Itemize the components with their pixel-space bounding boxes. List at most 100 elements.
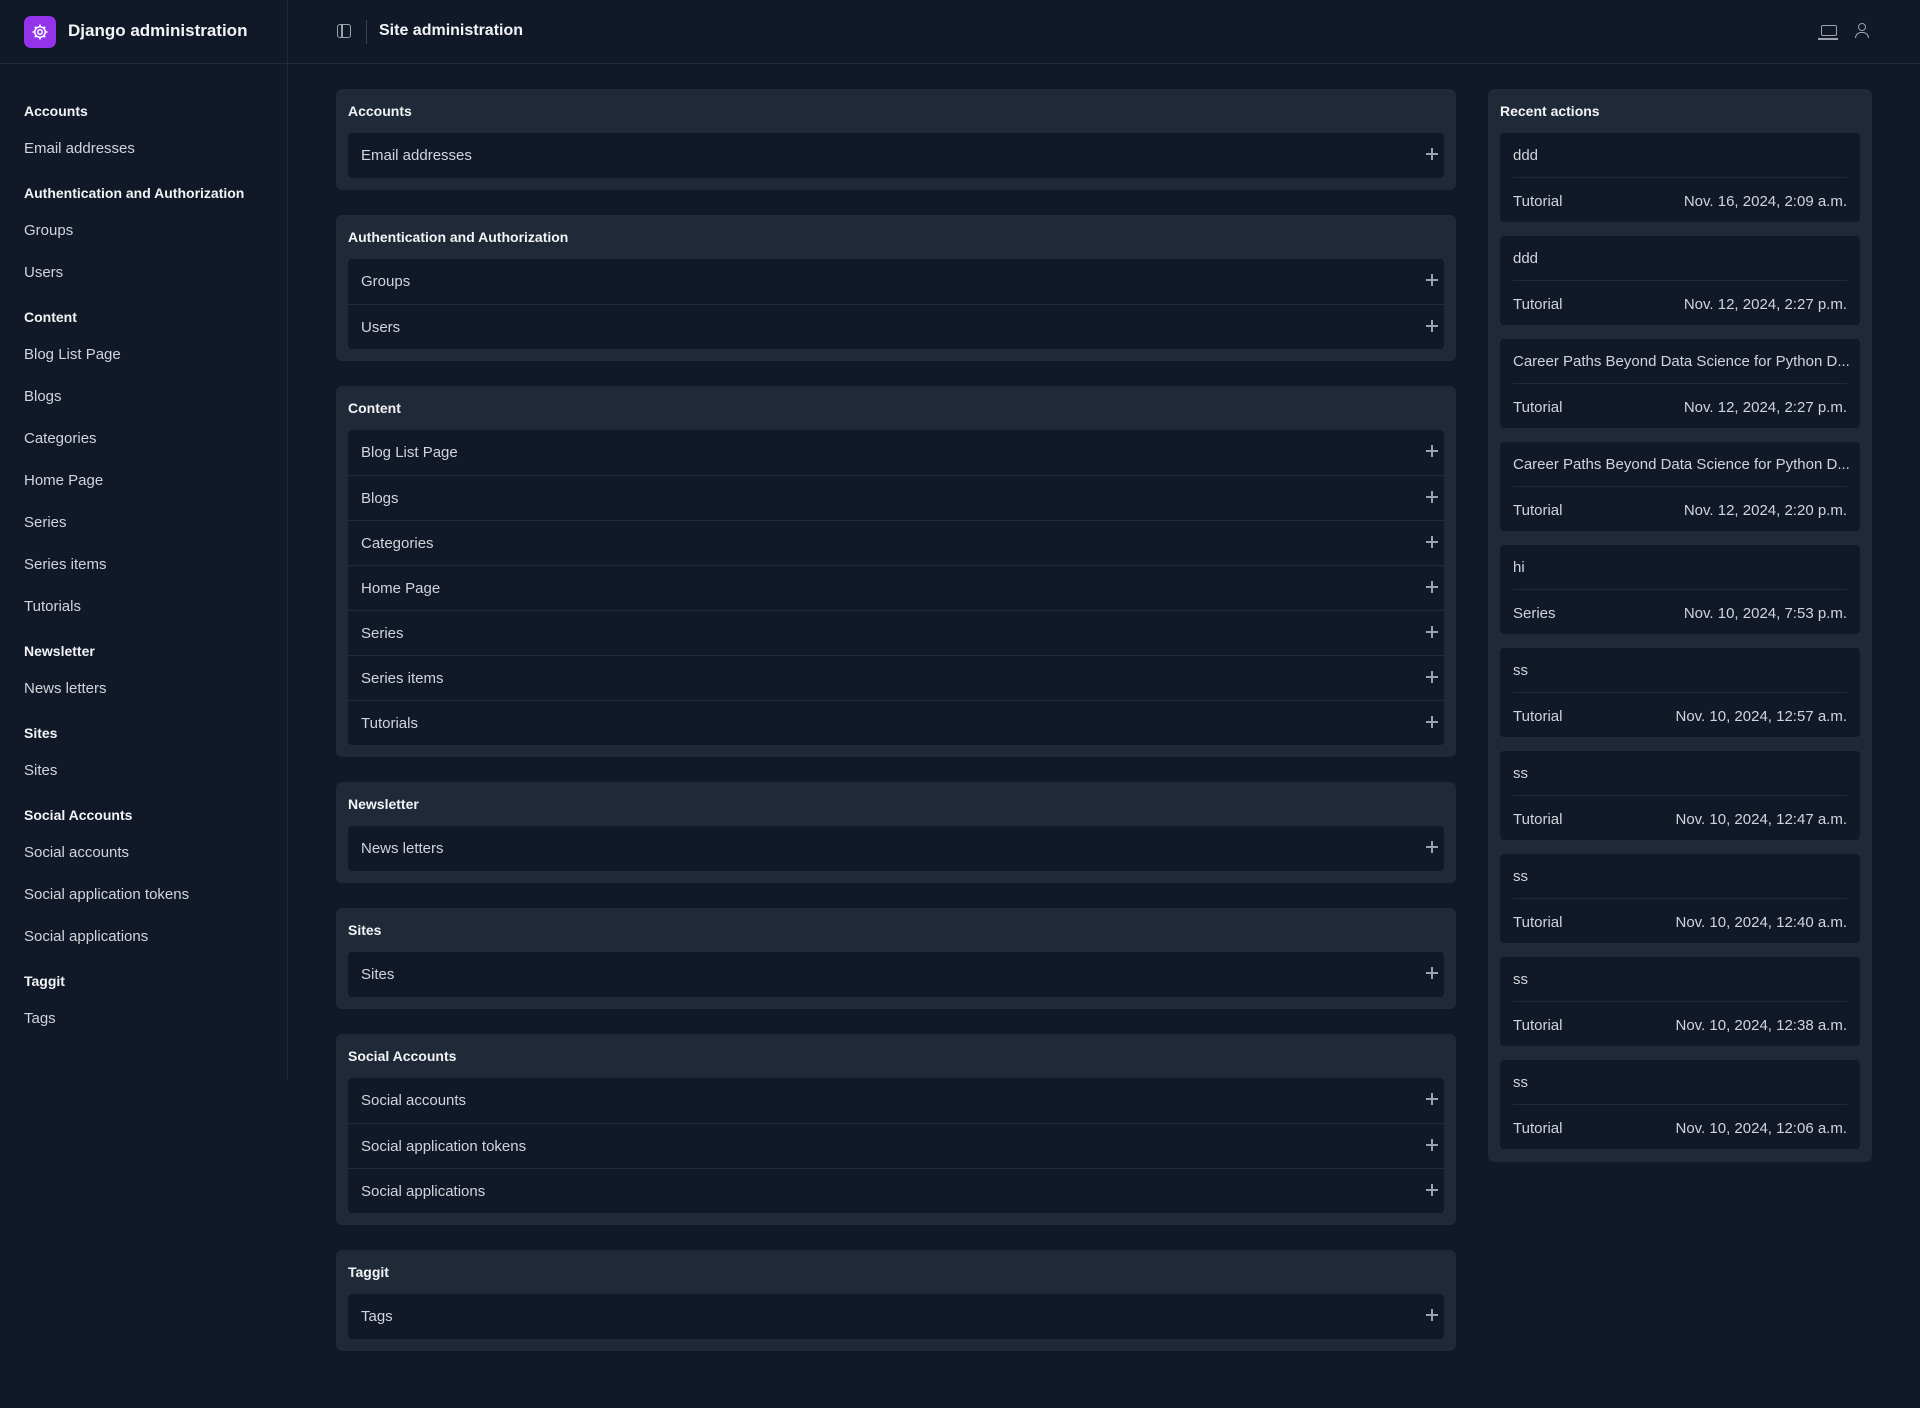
add-icon[interactable]: [1426, 1139, 1438, 1151]
monitor-icon[interactable]: [1818, 25, 1838, 40]
sidebar-toggle-icon[interactable]: [337, 24, 351, 38]
recent-action-name[interactable]: ss: [1513, 662, 1853, 679]
sidebar-item-series-items[interactable]: Series items: [24, 556, 107, 573]
model-link[interactable]: Series items: [361, 670, 444, 687]
model-row-home-page[interactable]: Home Page: [348, 565, 1444, 610]
sidebar-item-users[interactable]: Users: [24, 264, 63, 281]
add-icon[interactable]: [1426, 581, 1438, 593]
divider: [1513, 486, 1847, 487]
brand-title[interactable]: Django administration: [68, 21, 247, 41]
model-row-users[interactable]: Users: [348, 304, 1444, 349]
module-title: Accounts: [348, 103, 412, 119]
recent-action-name[interactable]: Career Paths Beyond Data Science for Pyt…: [1513, 456, 1853, 473]
model-link[interactable]: Social accounts: [361, 1092, 466, 1109]
sidebar-item-blog-list-page[interactable]: Blog List Page: [24, 346, 121, 363]
gear-icon[interactable]: [24, 16, 56, 48]
add-icon[interactable]: [1426, 491, 1438, 503]
recent-action-name[interactable]: ss: [1513, 1074, 1853, 1091]
model-row-social-accounts[interactable]: Social accounts: [348, 1078, 1444, 1123]
model-row-blog-list-page[interactable]: Blog List Page: [348, 430, 1444, 475]
recent-action-item[interactable]: Career Paths Beyond Data Science for Pyt…: [1500, 339, 1860, 428]
model-link[interactable]: Blog List Page: [361, 444, 458, 461]
recent-action-item[interactable]: ss Tutorial Nov. 10, 2024, 12:47 a.m.: [1500, 751, 1860, 840]
model-link[interactable]: Categories: [361, 535, 434, 552]
recent-action-item[interactable]: ss Tutorial Nov. 10, 2024, 12:06 a.m.: [1500, 1060, 1860, 1149]
module-title: Authentication and Authorization: [348, 229, 569, 245]
add-icon[interactable]: [1426, 626, 1438, 638]
sidebar-item-social-applications[interactable]: Social applications: [24, 928, 148, 945]
sidebar-item-blogs[interactable]: Blogs: [24, 388, 62, 405]
add-icon[interactable]: [1426, 536, 1438, 548]
recent-action-type: Tutorial: [1513, 502, 1563, 519]
model-link[interactable]: Social application tokens: [361, 1138, 526, 1155]
add-icon[interactable]: [1426, 274, 1438, 286]
sidebar-item-home-page[interactable]: Home Page: [24, 472, 103, 489]
model-row-tutorials[interactable]: Tutorials: [348, 700, 1444, 745]
model-link[interactable]: Tags: [361, 1308, 393, 1325]
sidebar-item-email-addresses[interactable]: Email addresses: [24, 140, 135, 157]
model-link[interactable]: Users: [361, 319, 400, 336]
recent-action-name[interactable]: ddd: [1513, 147, 1853, 164]
add-icon[interactable]: [1426, 967, 1438, 979]
model-link[interactable]: Groups: [361, 273, 410, 290]
recent-action-item[interactable]: ddd Tutorial Nov. 12, 2024, 2:27 p.m.: [1500, 236, 1860, 325]
model-row-email-addresses[interactable]: Email addresses: [348, 133, 1444, 178]
add-icon[interactable]: [1426, 671, 1438, 683]
recent-action-item[interactable]: ss Tutorial Nov. 10, 2024, 12:57 a.m.: [1500, 648, 1860, 737]
add-icon[interactable]: [1426, 1093, 1438, 1105]
module-newsletter: Newsletter News letters: [336, 782, 1456, 883]
recent-action-type: Tutorial: [1513, 811, 1563, 828]
sidebar-item-news-letters[interactable]: News letters: [24, 680, 107, 697]
add-icon[interactable]: [1426, 716, 1438, 728]
model-row-social-application-tokens[interactable]: Social application tokens: [348, 1123, 1444, 1168]
model-link[interactable]: Tutorials: [361, 715, 418, 732]
sidebar-item-series[interactable]: Series: [24, 514, 67, 531]
model-row-series-items[interactable]: Series items: [348, 655, 1444, 700]
model-row-social-applications[interactable]: Social applications: [348, 1168, 1444, 1213]
recent-action-item[interactable]: hi Series Nov. 10, 2024, 7:53 p.m.: [1500, 545, 1860, 634]
model-row-news-letters[interactable]: News letters: [348, 826, 1444, 871]
add-icon[interactable]: [1426, 320, 1438, 332]
model-link[interactable]: Blogs: [361, 490, 399, 507]
divider: [1513, 795, 1847, 796]
model-row-blogs[interactable]: Blogs: [348, 475, 1444, 520]
add-icon[interactable]: [1426, 445, 1438, 457]
add-icon[interactable]: [1426, 841, 1438, 853]
model-link[interactable]: Social applications: [361, 1183, 485, 1200]
sidebar-item-groups[interactable]: Groups: [24, 222, 73, 239]
model-link[interactable]: Series: [361, 625, 404, 642]
sidebar-item-categories[interactable]: Categories: [24, 430, 97, 447]
recent-action-item[interactable]: Career Paths Beyond Data Science for Pyt…: [1500, 442, 1860, 531]
recent-action-date: Nov. 10, 2024, 7:53 p.m.: [1683, 605, 1847, 622]
model-link[interactable]: Email addresses: [361, 147, 472, 164]
recent-action-name[interactable]: hi: [1513, 559, 1853, 576]
recent-action-date: Nov. 10, 2024, 12:38 a.m.: [1675, 1017, 1848, 1034]
recent-action-name[interactable]: ddd: [1513, 250, 1853, 267]
model-row-tags[interactable]: Tags: [348, 1294, 1444, 1339]
add-icon[interactable]: [1426, 1184, 1438, 1196]
recent-action-name[interactable]: ss: [1513, 765, 1853, 782]
recent-action-name[interactable]: ss: [1513, 971, 1853, 988]
recent-action-name[interactable]: ss: [1513, 868, 1853, 885]
model-link[interactable]: Sites: [361, 966, 394, 983]
module-sites: Sites Sites: [336, 908, 1456, 1009]
recent-action-item[interactable]: ss Tutorial Nov. 10, 2024, 12:40 a.m.: [1500, 854, 1860, 943]
model-link[interactable]: Home Page: [361, 580, 440, 597]
user-icon[interactable]: [1855, 23, 1869, 39]
sidebar-item-social-application-tokens[interactable]: Social application tokens: [24, 886, 189, 903]
model-link[interactable]: News letters: [361, 840, 444, 857]
model-row-sites[interactable]: Sites: [348, 952, 1444, 997]
model-row-groups[interactable]: Groups: [348, 259, 1444, 304]
recent-action-item[interactable]: ss Tutorial Nov. 10, 2024, 12:38 a.m.: [1500, 957, 1860, 1046]
sidebar-item-social-accounts[interactable]: Social accounts: [24, 844, 129, 861]
module-rows: Social accounts Social application tokens…: [348, 1078, 1444, 1213]
model-row-series[interactable]: Series: [348, 610, 1444, 655]
sidebar-item-tutorials[interactable]: Tutorials: [24, 598, 81, 615]
recent-action-name[interactable]: Career Paths Beyond Data Science for Pyt…: [1513, 353, 1853, 370]
recent-action-item[interactable]: ddd Tutorial Nov. 16, 2024, 2:09 a.m.: [1500, 133, 1860, 222]
model-row-categories[interactable]: Categories: [348, 520, 1444, 565]
add-icon[interactable]: [1426, 1309, 1438, 1321]
add-icon[interactable]: [1426, 148, 1438, 160]
sidebar-item-tags[interactable]: Tags: [24, 1010, 56, 1027]
sidebar-item-sites[interactable]: Sites: [24, 762, 57, 779]
